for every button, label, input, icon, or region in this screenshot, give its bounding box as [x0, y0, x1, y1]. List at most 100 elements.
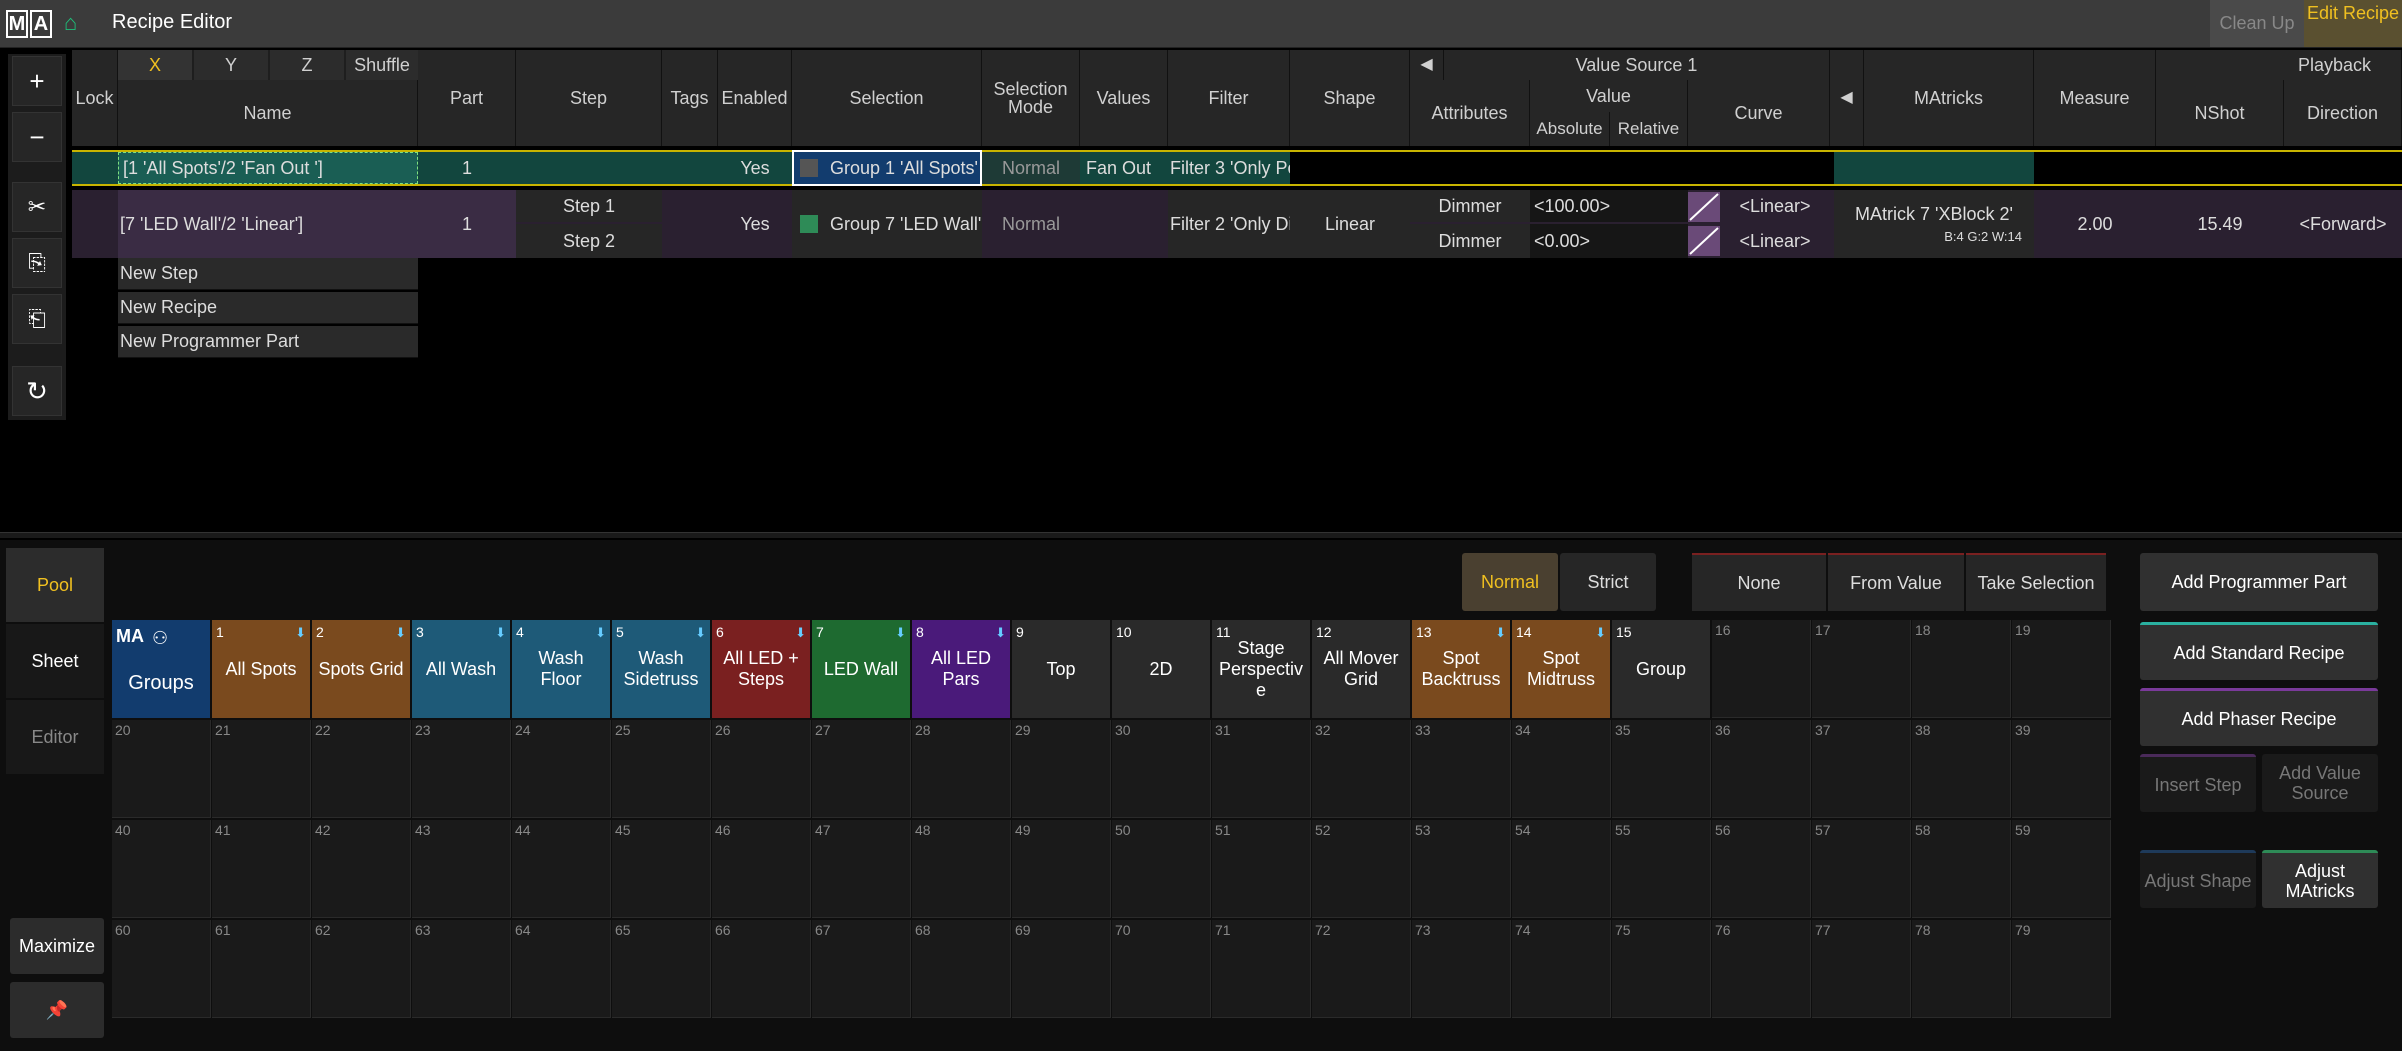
pool-empty-45[interactable]: 45: [612, 820, 711, 918]
row-attribute-2[interactable]: Dimmer: [1410, 224, 1530, 258]
pool-empty-37[interactable]: 37: [1812, 720, 1911, 818]
pool-empty-27[interactable]: 27: [812, 720, 911, 818]
pool-empty-31[interactable]: 31: [1212, 720, 1311, 818]
pool-empty-64[interactable]: 64: [512, 920, 611, 1018]
row-part[interactable]: 1: [418, 190, 516, 258]
adjust-matricks-button[interactable]: Adjust MAtricks: [2262, 850, 2378, 908]
pool-empty-56[interactable]: 56: [1712, 820, 1811, 918]
axis-x-button[interactable]: X: [118, 50, 192, 80]
pool-empty-25[interactable]: 25: [612, 720, 711, 818]
col-nshot[interactable]: NShot: [2156, 80, 2284, 146]
pool-group-4[interactable]: 4 ⬇ Wash Floor: [512, 620, 610, 718]
pool-empty-68[interactable]: 68: [912, 920, 1011, 1018]
pool-empty-35[interactable]: 35: [1612, 720, 1711, 818]
row-step-2[interactable]: Step 2: [516, 224, 662, 258]
mode-normal-button[interactable]: Normal: [1462, 553, 1558, 611]
pool-empty-38[interactable]: 38: [1912, 720, 2011, 818]
col-matricks[interactable]: MAtricks: [1864, 50, 2034, 146]
shuffle-button[interactable]: Shuffle: [346, 50, 418, 80]
pool-empty-32[interactable]: 32: [1312, 720, 1411, 818]
pool-empty-58[interactable]: 58: [1912, 820, 2011, 918]
row-filter[interactable]: Filter 2 'Only Dir: [1168, 190, 1290, 258]
pool-empty-79[interactable]: 79: [2012, 920, 2111, 1018]
clean-up-button[interactable]: Clean Up: [2210, 0, 2304, 47]
col-step[interactable]: Step: [516, 50, 662, 146]
row-attribute-1[interactable]: Dimmer: [1410, 190, 1530, 222]
row-part[interactable]: 1: [418, 152, 516, 184]
axis-y-button[interactable]: Y: [194, 50, 268, 80]
row-measure[interactable]: 2.00: [2034, 190, 2156, 258]
axis-z-button[interactable]: Z: [270, 50, 344, 80]
pool-group-11[interactable]: 11 Stage Perspectiv e: [1212, 620, 1310, 718]
row-matricks[interactable]: MAtrick 7 'XBlock 2' B:4 G:2 W:14: [1834, 190, 2034, 258]
add-programmer-part-button[interactable]: Add Programmer Part: [2140, 553, 2378, 611]
home-icon[interactable]: ⌂: [64, 12, 86, 34]
pool-empty-51[interactable]: 51: [1212, 820, 1311, 918]
add-value-source-button[interactable]: Add Value Source: [2262, 754, 2378, 812]
value-source-next-icon[interactable]: ◀: [1830, 50, 1864, 146]
row-filter[interactable]: Filter 3 'Only Po: [1168, 152, 1290, 184]
col-lock[interactable]: Lock: [72, 50, 118, 146]
pool-empty-21[interactable]: 21: [212, 720, 311, 818]
panel-splitter[interactable]: [0, 532, 2402, 538]
value-source-label[interactable]: Value Source 1: [1444, 50, 1830, 80]
pool-empty-55[interactable]: 55: [1612, 820, 1711, 918]
pool-empty-57[interactable]: 57: [1812, 820, 1911, 918]
pool-empty-29[interactable]: 29: [1012, 720, 1111, 818]
pool-group-9[interactable]: 9 Top: [1012, 620, 1110, 718]
pool-empty-40[interactable]: 40: [112, 820, 211, 918]
insert-step-button[interactable]: Insert Step: [2140, 754, 2256, 812]
edit-recipe-button[interactable]: Edit Recipe: [2304, 0, 2402, 47]
pool-empty-36[interactable]: 36: [1712, 720, 1811, 818]
pool-group-2[interactable]: 2 ⬇ Spots Grid: [312, 620, 410, 718]
col-selection[interactable]: Selection: [792, 50, 982, 146]
row-selection[interactable]: Group 7 'LED Wall': [792, 190, 982, 258]
col-value[interactable]: Value: [1530, 80, 1688, 112]
col-enabled[interactable]: Enabled: [718, 50, 792, 146]
value-source-prev-icon[interactable]: ◀: [1410, 50, 1444, 80]
pool-empty-20[interactable]: 20: [112, 720, 211, 818]
pool-empty-30[interactable]: 30: [1112, 720, 1211, 818]
row-enabled[interactable]: Yes: [718, 190, 792, 258]
pool-empty-74[interactable]: 74: [1512, 920, 1611, 1018]
pool-empty-43[interactable]: 43: [412, 820, 511, 918]
pool-empty-23[interactable]: 23: [412, 720, 511, 818]
pool-empty-59[interactable]: 59: [2012, 820, 2111, 918]
row-step-1[interactable]: Step 1: [516, 190, 662, 222]
pool-empty-53[interactable]: 53: [1412, 820, 1511, 918]
pool-group-5[interactable]: 5 ⬇ Wash Sidetruss: [612, 620, 710, 718]
row-selection[interactable]: Group 1 'All Spots': [792, 150, 982, 186]
row-nshot[interactable]: 15.49: [2156, 190, 2284, 258]
pool-empty-50[interactable]: 50: [1112, 820, 1211, 918]
pool-empty-63[interactable]: 63: [412, 920, 511, 1018]
pool-group-1[interactable]: 1 ⬇ All Spots: [212, 620, 310, 718]
col-curve[interactable]: Curve: [1688, 80, 1830, 146]
none-button[interactable]: None: [1692, 553, 1826, 611]
row-value-1[interactable]: <100.00>: [1530, 190, 1688, 222]
new-step-item[interactable]: New Step: [118, 258, 418, 290]
refresh-icon[interactable]: ↻: [12, 366, 62, 416]
pool-group-14[interactable]: 14 ⬇ Spot Midtruss: [1512, 620, 1610, 718]
add-phaser-recipe-button[interactable]: Add Phaser Recipe: [2140, 688, 2378, 746]
pool-empty-69[interactable]: 69: [1012, 920, 1111, 1018]
copy-icon[interactable]: ⎘: [12, 238, 62, 288]
col-attributes[interactable]: Attributes: [1410, 80, 1530, 146]
row-values[interactable]: Fan Out: [1080, 152, 1168, 184]
pool-empty-26[interactable]: 26: [712, 720, 811, 818]
row-curve-1[interactable]: <Linear>: [1720, 190, 1830, 222]
row-enabled[interactable]: Yes: [718, 152, 792, 184]
col-name[interactable]: Name: [118, 80, 418, 146]
new-recipe-item[interactable]: New Recipe: [118, 292, 418, 324]
row-selection-mode[interactable]: Normal: [982, 190, 1080, 258]
col-measure[interactable]: Measure: [2034, 50, 2156, 146]
maximize-button[interactable]: Maximize: [10, 918, 104, 974]
pool-empty-46[interactable]: 46: [712, 820, 811, 918]
pool-empty-18[interactable]: 18: [1912, 620, 2011, 718]
paste-icon[interactable]: ⎗: [12, 294, 62, 344]
pool-empty-76[interactable]: 76: [1712, 920, 1811, 1018]
mode-strict-button[interactable]: Strict: [1560, 553, 1656, 611]
cut-icon[interactable]: ✂: [12, 182, 62, 232]
row-selection-mode[interactable]: Normal: [982, 152, 1080, 184]
col-direction[interactable]: Direction: [2284, 80, 2402, 146]
pool-empty-42[interactable]: 42: [312, 820, 411, 918]
